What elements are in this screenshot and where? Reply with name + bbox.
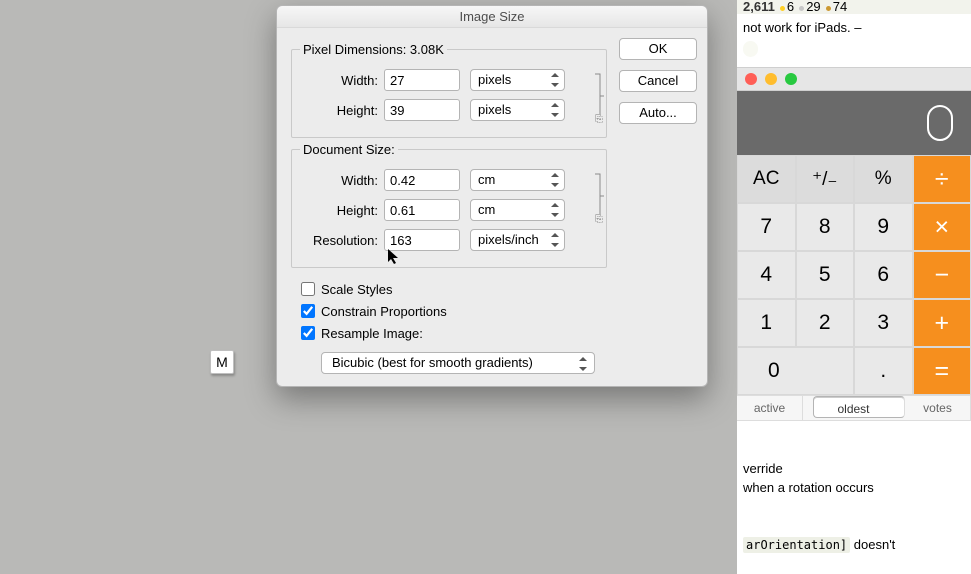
resolution-unit-select[interactable]: pixels/inch: [470, 229, 565, 251]
calc-ac-button[interactable]: AC: [737, 155, 796, 203]
calculator-window: AC ⁺/₋ % ÷ 7 8 9 × 4 5 6 − 1 2 3 + 0 . =: [737, 67, 971, 395]
constrain-bracket-icon: ⎘: [590, 173, 608, 225]
resolution-label: Resolution:: [300, 233, 384, 248]
m-tile[interactable]: M: [210, 350, 234, 374]
chevrons-icon: [550, 173, 560, 187]
bronze-count: 74: [833, 0, 847, 14]
rep-count: 2,611: [743, 0, 775, 14]
calc-plusminus-button[interactable]: ⁺/₋: [796, 155, 855, 203]
tab-oldest[interactable]: oldest: [813, 396, 905, 418]
minimize-traffic-light-icon[interactable]: [765, 73, 777, 85]
px-width-label: Width:: [300, 73, 384, 88]
image-size-dialog: Image Size Pixel Dimensions: 3.08K Width…: [276, 5, 708, 387]
cancel-button[interactable]: Cancel: [619, 70, 697, 92]
ok-button[interactable]: OK: [619, 38, 697, 60]
tab-active[interactable]: active: [737, 396, 803, 420]
px-height-label: Height:: [300, 103, 384, 118]
answer-line2: when a rotation occurs: [743, 480, 874, 495]
dialog-title: Image Size: [277, 6, 707, 28]
doc-width-input[interactable]: [384, 169, 460, 191]
pixel-dimensions-legend: Pixel Dimensions: 3.08K: [300, 42, 447, 57]
px-width-unit-select[interactable]: pixels: [470, 69, 565, 91]
doc-height-input[interactable]: [384, 199, 460, 221]
answer-fragment: verride when a rotation occurs arOrienta…: [737, 421, 971, 555]
answer-code: arOrientation]: [743, 537, 850, 553]
document-size-legend: Document Size:: [300, 142, 398, 157]
calc-percent-button[interactable]: %: [854, 155, 913, 203]
calc-5-button[interactable]: 5: [796, 251, 855, 299]
calc-divide-button[interactable]: ÷: [913, 155, 971, 203]
display-zero-icon: [927, 105, 953, 141]
chevrons-icon: [550, 103, 560, 117]
zoom-traffic-light-icon[interactable]: [785, 73, 797, 85]
calc-2-button[interactable]: 2: [796, 299, 855, 347]
comment-fragment: not work for iPads. –: [737, 14, 971, 67]
constrain-label: Constrain Proportions: [321, 304, 447, 319]
calc-1-button[interactable]: 1: [737, 299, 796, 347]
resample-method-select[interactable]: Bicubic (best for smooth gradients): [321, 352, 595, 374]
answer-line1: verride: [743, 461, 783, 476]
constrain-bracket-icon: ⎘: [590, 73, 608, 125]
answer-sort-tabs: active oldest votes: [737, 395, 971, 421]
background-apps-strip: 2,611 6 29 74 not work for iPads. – AC ⁺…: [737, 0, 971, 574]
calc-8-button[interactable]: 8: [796, 203, 855, 251]
comment-bubble: [743, 41, 758, 57]
silver-dot-icon: [799, 6, 804, 11]
calc-display: [737, 91, 971, 155]
calc-7-button[interactable]: 7: [737, 203, 796, 251]
calc-multiply-button[interactable]: ×: [913, 203, 971, 251]
gold-count: 6: [787, 0, 794, 14]
window-controls: [737, 67, 971, 91]
chevrons-icon: [550, 203, 560, 217]
gold-dot-icon: [780, 6, 785, 11]
resample-label: Resample Image:: [321, 326, 423, 341]
scale-styles-checkbox[interactable]: Scale Styles: [301, 278, 607, 300]
chevrons-icon: [578, 357, 588, 371]
calc-4-button[interactable]: 4: [737, 251, 796, 299]
calc-3-button[interactable]: 3: [854, 299, 913, 347]
scale-styles-label: Scale Styles: [321, 282, 393, 297]
bronze-dot-icon: [826, 6, 831, 11]
px-height-input[interactable]: [384, 99, 460, 121]
calc-plus-button[interactable]: +: [913, 299, 971, 347]
constrain-box[interactable]: [301, 304, 315, 318]
silver-count: 29: [806, 0, 820, 14]
link-icon: ⎘: [595, 114, 603, 125]
resolution-input[interactable]: [384, 229, 460, 251]
chevrons-icon: [550, 73, 560, 87]
calc-minus-button[interactable]: −: [913, 251, 971, 299]
px-height-unit-select[interactable]: pixels: [470, 99, 565, 121]
doc-width-label: Width:: [300, 173, 384, 188]
constrain-proportions-checkbox[interactable]: Constrain Proportions: [301, 300, 607, 322]
resample-image-checkbox[interactable]: Resample Image:: [301, 322, 607, 344]
link-icon: ⎘: [595, 214, 603, 225]
document-size-group: Document Size: Width: cm Height: cm Reso…: [291, 142, 607, 268]
scale-styles-box[interactable]: [301, 282, 315, 296]
pixel-dimensions-group: Pixel Dimensions: 3.08K Width: pixels He…: [291, 42, 607, 138]
answer-after-code: doesn't: [850, 537, 895, 552]
chevrons-icon: [550, 233, 560, 247]
calc-0-button[interactable]: 0: [737, 347, 854, 395]
doc-width-unit-select[interactable]: cm: [470, 169, 565, 191]
doc-height-label: Height:: [300, 203, 384, 218]
close-traffic-light-icon[interactable]: [745, 73, 757, 85]
tab-votes[interactable]: votes: [905, 396, 971, 420]
reputation-badges: 2,611 6 29 74: [737, 0, 971, 14]
calc-equals-button[interactable]: =: [913, 347, 971, 395]
auto-button[interactable]: Auto...: [619, 102, 697, 124]
doc-height-unit-select[interactable]: cm: [470, 199, 565, 221]
calc-decimal-button[interactable]: .: [854, 347, 913, 395]
px-width-input[interactable]: [384, 69, 460, 91]
calc-6-button[interactable]: 6: [854, 251, 913, 299]
calc-9-button[interactable]: 9: [854, 203, 913, 251]
resample-box[interactable]: [301, 326, 315, 340]
